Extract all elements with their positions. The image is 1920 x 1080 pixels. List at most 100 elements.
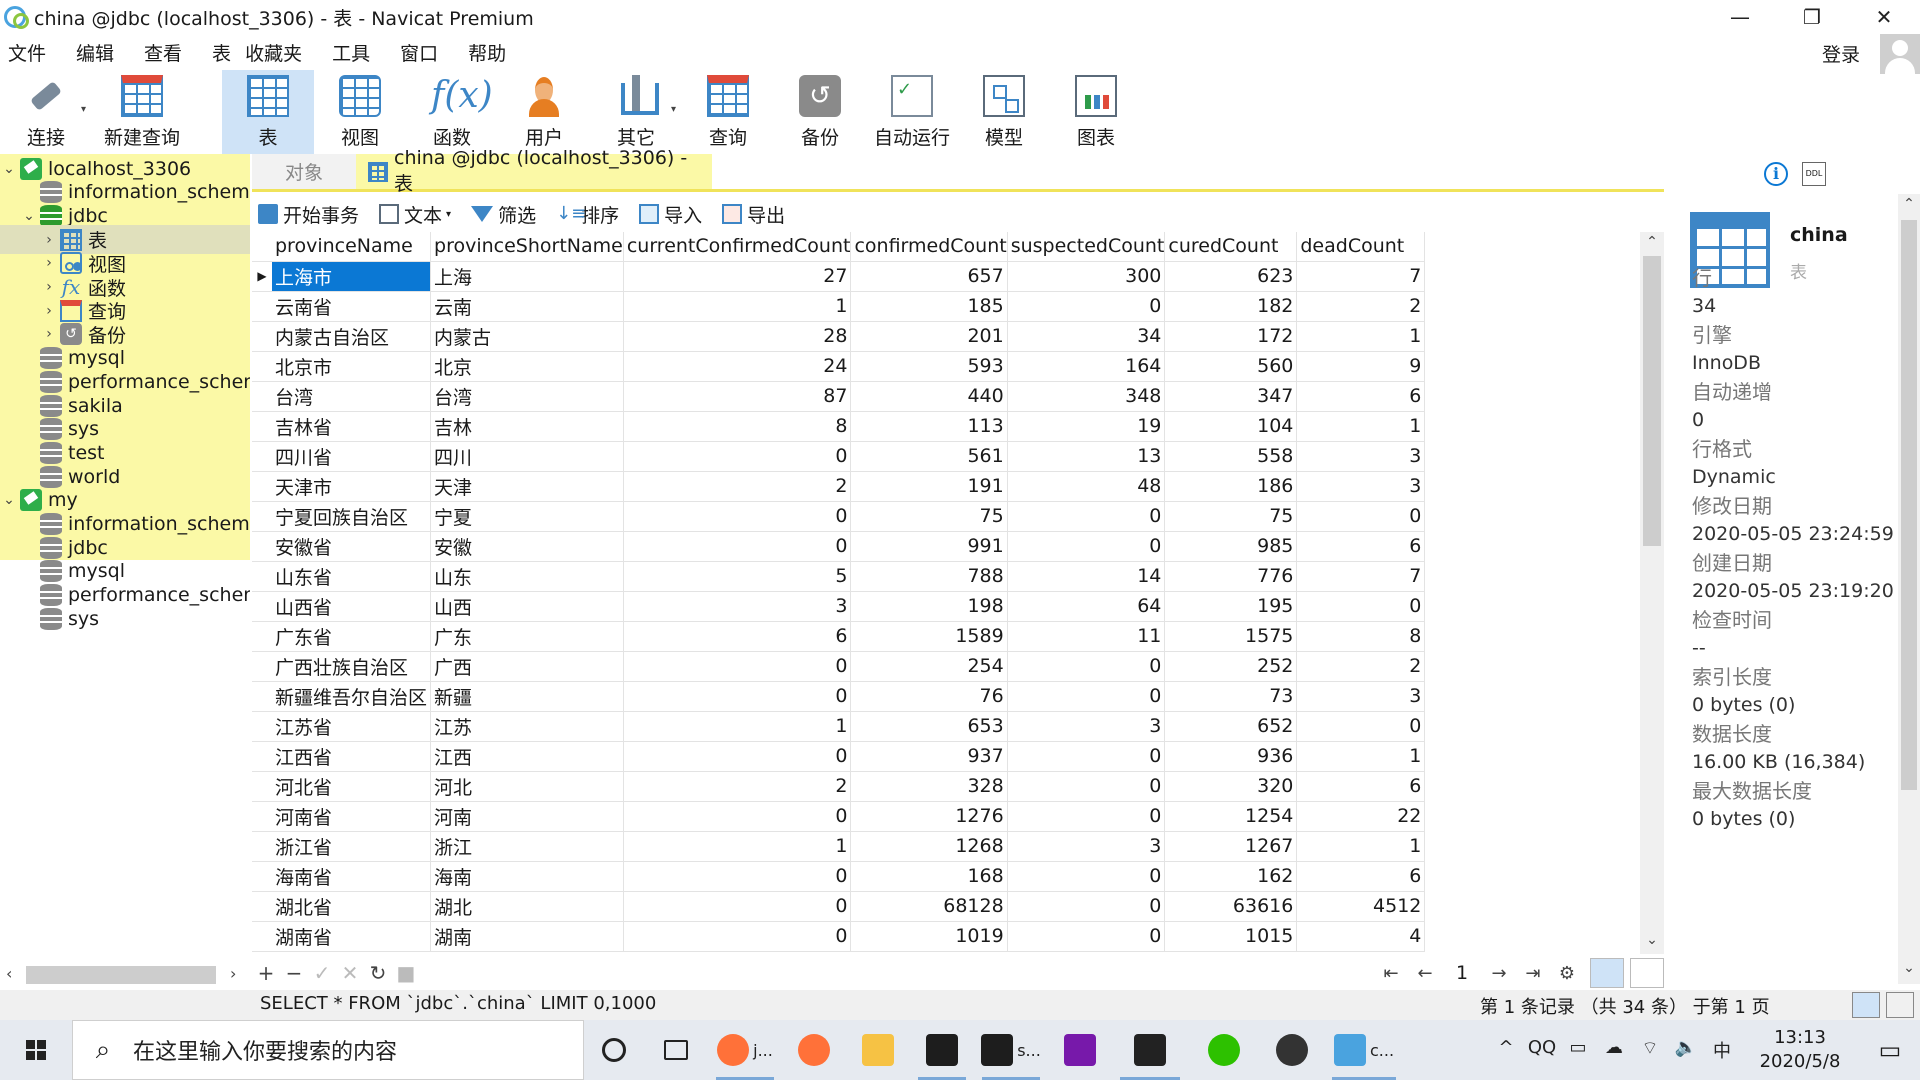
table-cell[interactable]: 172 — [1164, 321, 1298, 352]
table-cell[interactable]: 2 — [1296, 651, 1426, 682]
column-header[interactable]: deadCount — [1296, 232, 1426, 262]
scroll-right-icon[interactable]: › — [230, 964, 236, 983]
table-row[interactable]: 湖北省 湖北 0 68128 0 63616 4512 — [252, 891, 1426, 922]
table-cell[interactable]: 652 — [1164, 711, 1298, 742]
table-cell[interactable]: 657 — [850, 261, 1008, 292]
row-marker[interactable] — [252, 291, 272, 322]
row-marker[interactable] — [252, 531, 272, 562]
toolbar-others-button[interactable]: 其它 ▾ — [590, 70, 682, 154]
login-link[interactable]: 登录 — [1822, 40, 1860, 67]
table-cell[interactable]: 天津市 — [272, 471, 432, 502]
table-cell[interactable]: 653 — [850, 711, 1008, 742]
dropdown-arrow-icon[interactable]: ▾ — [671, 104, 676, 115]
row-marker[interactable] — [252, 831, 272, 862]
table-cell[interactable]: 1 — [1296, 321, 1426, 352]
add-record-icon[interactable]: + — [252, 961, 280, 985]
close-button[interactable]: ✕ — [1848, 0, 1920, 34]
menu-file[interactable]: 文件 — [8, 39, 46, 66]
row-marker[interactable] — [252, 741, 272, 772]
row-marker[interactable] — [252, 471, 272, 502]
table-cell[interactable]: 73 — [1164, 681, 1298, 712]
scroll-down-icon[interactable]: ⌄ — [1898, 960, 1920, 976]
taskbar-app-button[interactable] — [1260, 1020, 1324, 1080]
taskbar-app-button[interactable] — [846, 1020, 910, 1080]
tree-item[interactable]: sys — [22, 604, 99, 633]
table-cell[interactable]: 776 — [1164, 561, 1298, 592]
table-cell[interactable]: 440 — [850, 381, 1008, 412]
data-grid[interactable]: provinceName provinceShortName currentConf… — [252, 232, 1642, 952]
row-marker[interactable] — [252, 921, 272, 952]
row-marker[interactable] — [252, 351, 272, 382]
table-cell[interactable]: 6 — [1296, 771, 1426, 802]
table-cell[interactable]: 191 — [850, 471, 1008, 502]
table-cell[interactable]: 936 — [1164, 741, 1298, 772]
column-header[interactable]: currentConfirmedCount — [623, 232, 852, 262]
table-cell[interactable]: 0 — [1007, 291, 1166, 322]
table-cell[interactable]: 0 — [1007, 531, 1166, 562]
table-cell[interactable]: 广西壮族自治区 — [272, 651, 432, 682]
wechat-tray-icon[interactable]: ☁ — [1596, 1037, 1632, 1063]
info-panel-scrollbar[interactable]: ⌃ ⌄ — [1898, 194, 1920, 984]
scroll-up-icon[interactable]: ⌃ — [1898, 196, 1920, 212]
table-cell[interactable]: 937 — [850, 741, 1008, 772]
table-cell[interactable]: 185 — [850, 291, 1008, 322]
menu-tools[interactable]: 工具 — [332, 39, 370, 66]
scroll-thumb[interactable] — [1901, 220, 1917, 790]
refresh-icon[interactable]: ↻ — [364, 961, 392, 985]
table-cell[interactable]: 0 — [623, 501, 852, 532]
tab-china-table[interactable]: china @jdbc (localhost_3306) - 表 — [356, 147, 712, 195]
scroll-down-icon[interactable]: ⌄ — [1640, 932, 1664, 948]
taskbar-app-button[interactable]: j... — [708, 1020, 782, 1080]
table-cell[interactable]: 0 — [1296, 501, 1426, 532]
table-cell[interactable]: 6 — [1296, 381, 1426, 412]
table-cell[interactable]: 186 — [1164, 471, 1298, 502]
table-cell[interactable]: 24 — [623, 351, 852, 382]
menu-edit[interactable]: 编辑 — [76, 39, 114, 66]
table-cell[interactable]: 87 — [623, 381, 852, 412]
table-cell[interactable]: 台湾 — [272, 381, 432, 412]
volume-icon[interactable]: 🔈 — [1668, 1037, 1704, 1063]
table-cell[interactable]: 新疆维吾尔自治区 — [272, 681, 432, 712]
current-row-marker-icon[interactable]: ▶ — [252, 261, 272, 292]
table-cell[interactable]: 5 — [623, 561, 852, 592]
table-cell[interactable]: 300 — [1007, 261, 1166, 292]
table-cell[interactable]: 河南省 — [272, 801, 432, 832]
table-cell[interactable]: 22 — [1296, 801, 1426, 832]
table-cell[interactable]: 4 — [1296, 921, 1426, 952]
clock[interactable]: 13:13 2020/5/8 — [1740, 1026, 1860, 1074]
table-row[interactable]: 广东省 广东 6 1589 11 1575 8 — [252, 621, 1426, 652]
table-cell[interactable]: 328 — [850, 771, 1008, 802]
table-cell[interactable]: 558 — [1164, 441, 1298, 472]
table-cell[interactable]: 安徽 — [430, 531, 624, 562]
chevron-right-icon[interactable]: › — [42, 232, 56, 248]
filter-button[interactable]: 筛选 — [471, 201, 536, 228]
table-cell[interactable]: 593 — [850, 351, 1008, 382]
taskbar-app-button[interactable]: s... — [974, 1020, 1048, 1080]
table-cell[interactable]: 江苏省 — [272, 711, 432, 742]
table-cell[interactable]: 0 — [623, 891, 852, 922]
toolbar-user-button[interactable]: 用户 — [498, 70, 590, 154]
table-row[interactable]: 海南省 海南 0 168 0 162 6 — [252, 861, 1426, 892]
table-cell[interactable]: 1 — [1296, 831, 1426, 862]
row-marker[interactable] — [252, 711, 272, 742]
tab-objects[interactable]: 对象 — [252, 154, 356, 189]
table-cell[interactable]: 江苏 — [430, 711, 624, 742]
table-cell[interactable]: 河北 — [430, 771, 624, 802]
grid-view-icon[interactable] — [1590, 958, 1624, 988]
row-marker[interactable] — [252, 651, 272, 682]
chevron-right-icon[interactable]: › — [42, 279, 56, 295]
minimize-button[interactable]: — — [1704, 0, 1776, 34]
toolbar-chart-button[interactable]: 图表 — [1050, 70, 1142, 154]
taskbar-app-button[interactable]: c... — [1324, 1020, 1404, 1080]
prev-page-icon[interactable]: ← — [1408, 963, 1442, 984]
table-cell[interactable]: 788 — [850, 561, 1008, 592]
chevron-right-icon[interactable]: › — [42, 303, 56, 319]
menu-table[interactable]: 表 — [212, 39, 231, 66]
table-cell[interactable]: 1267 — [1164, 831, 1298, 862]
table-cell[interactable]: 3 — [1296, 471, 1426, 502]
column-header[interactable]: curedCount — [1164, 232, 1298, 262]
table-cell[interactable]: 320 — [1164, 771, 1298, 802]
avatar[interactable] — [1880, 34, 1920, 74]
chevron-down-icon[interactable]: ⌄ — [2, 492, 16, 508]
table-cell[interactable]: 0 — [1007, 651, 1166, 682]
